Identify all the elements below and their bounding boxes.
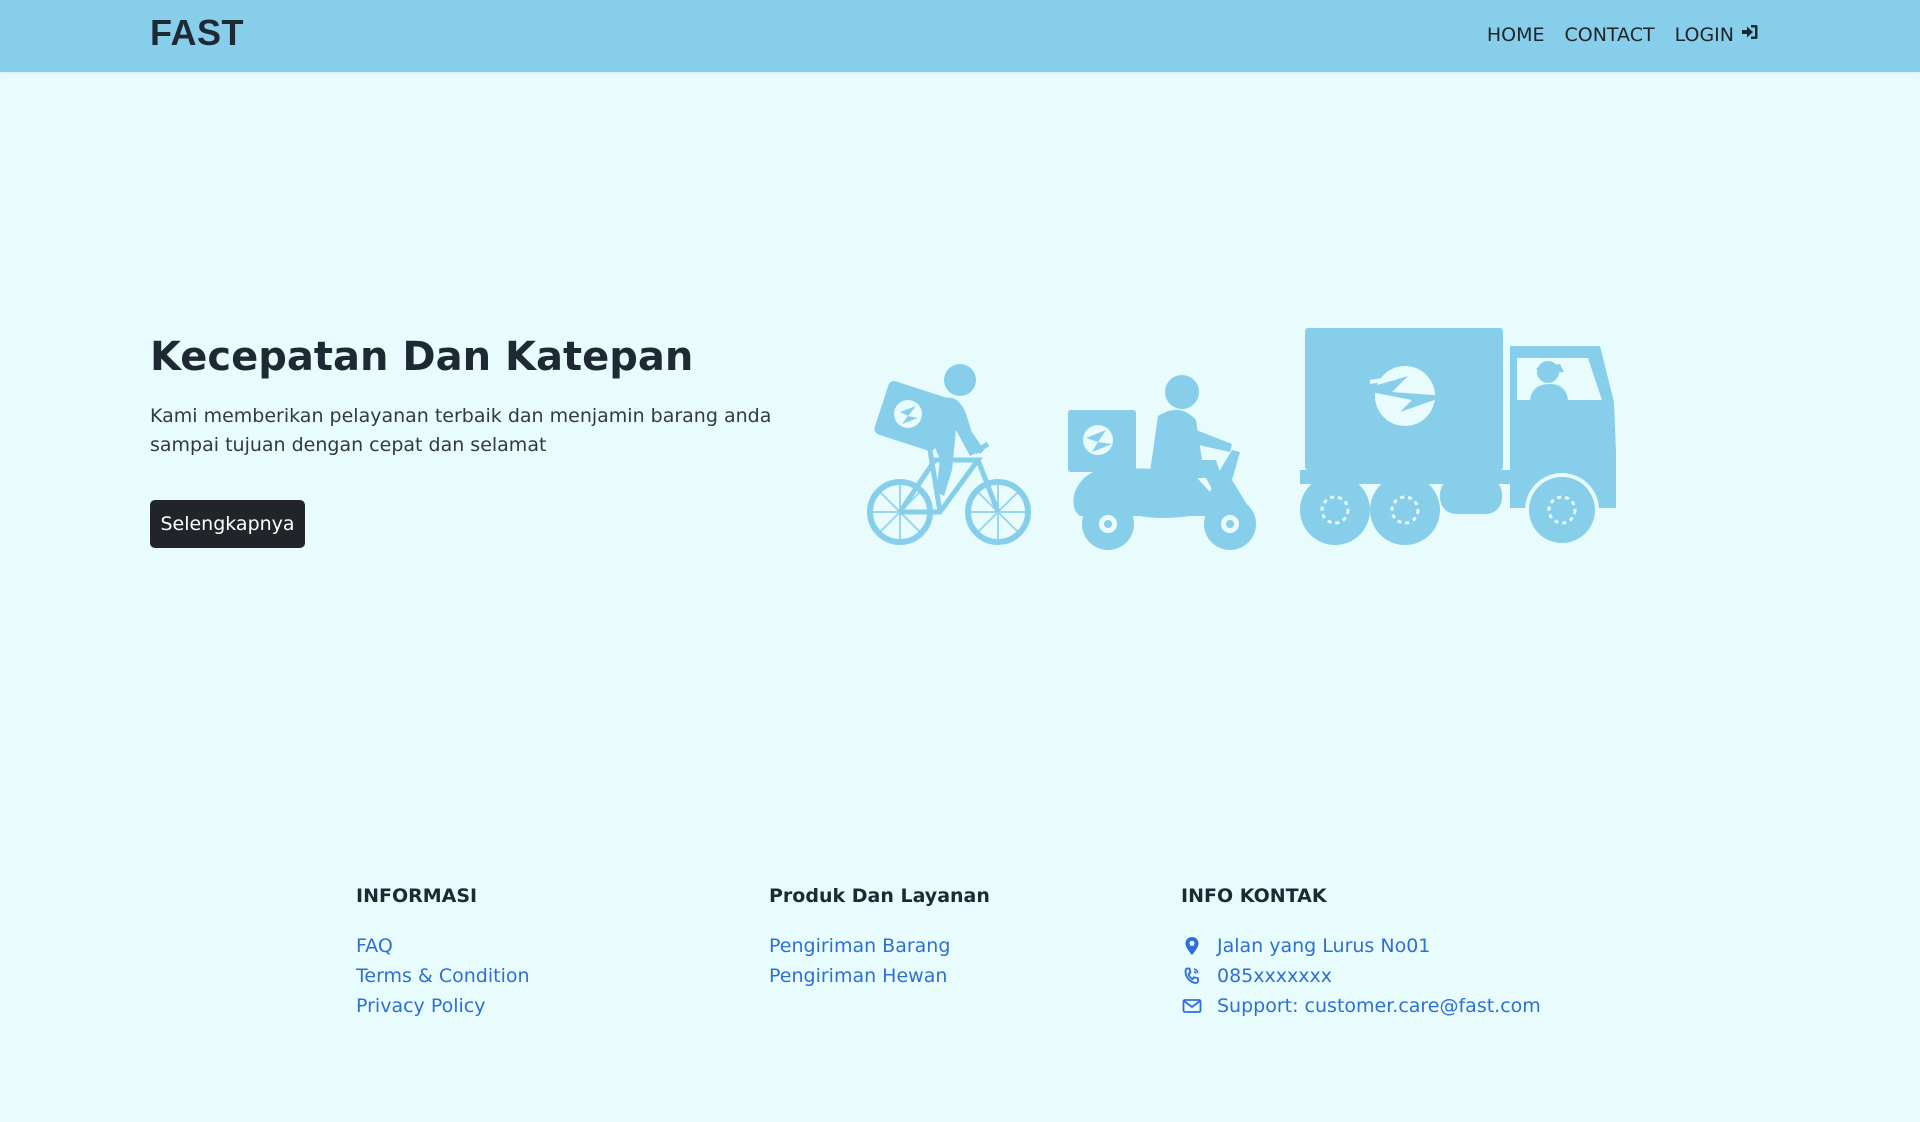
list-item: Terms & Condition [356,961,530,991]
privacy-policy-link[interactable]: Privacy Policy [356,995,485,1017]
phone-icon [1181,965,1203,987]
footer-informasi-list: FAQ Terms & Condition Privacy Policy [356,931,530,1021]
footer-kontak-list: Jalan yang Lurus No01 085xxxxxxx Support… [1181,931,1541,1021]
footer-informasi-heading: INFORMASI [356,885,478,907]
list-item: Privacy Policy [356,991,530,1021]
nav-contact-label: CONTACT [1564,23,1655,46]
nav-contact-link[interactable]: CONTACT [1564,24,1654,46]
terms-link[interactable]: Terms & Condition [356,965,530,987]
delivery-truck-icon [1300,328,1616,547]
faq-link[interactable]: FAQ [356,935,393,957]
footer-kontak-heading: INFO KONTAK [1181,885,1327,907]
delivery-vehicles-illustration [867,328,1616,550]
pengiriman-hewan-link[interactable]: Pengiriman Hewan [769,965,947,987]
address-link[interactable]: Jalan yang Lurus No01 [1217,931,1430,961]
email-link[interactable]: Support: customer.care@fast.com [1217,991,1541,1021]
map-pin-icon [1181,935,1203,957]
navbar: FAST HOME CONTACT LOGIN [0,0,1920,72]
nav-home-link[interactable]: HOME [1487,24,1545,46]
list-item: 085xxxxxxx [1181,961,1541,991]
envelope-icon [1181,995,1203,1017]
login-icon [1740,22,1760,47]
hero-title: Kecepatan Dan Katepan [150,334,694,380]
footer-produk: Produk Dan Layanan Pengiriman Barang Pen… [769,885,990,991]
nav-login-label: LOGIN [1674,23,1734,46]
hero-description: Kami memberikan pelayanan terbaik dan me… [150,405,772,456]
footer-produk-heading: Produk Dan Layanan [769,885,990,907]
nav-home-label: HOME [1486,23,1545,46]
nav-login-link[interactable]: LOGIN [1675,22,1760,47]
list-item: Jalan yang Lurus No01 [1181,931,1541,961]
footer-produk-list: Pengiriman Barang Pengiriman Hewan [769,931,990,991]
list-item: Pengiriman Hewan [769,961,990,991]
footer-informasi: INFORMASI FAQ Terms & Condition Privacy … [356,885,530,1021]
nav-links: HOME CONTACT LOGIN [1487,22,1760,47]
pengiriman-barang-link[interactable]: Pengiriman Barang [769,935,950,957]
phone-link[interactable]: 085xxxxxxx [1217,961,1332,991]
list-item: Support: customer.care@fast.com [1181,991,1541,1021]
bicycle-rider-icon [867,364,1031,545]
selengkapnya-button[interactable]: Selengkapnya [150,500,305,548]
footer-kontak: INFO KONTAK Jalan yang Lurus No01 085xxx… [1181,885,1541,1021]
scooter-rider-icon [1068,375,1256,550]
list-item: Pengiriman Barang [769,931,990,961]
list-item: FAQ [356,931,530,961]
brand-logo[interactable]: FAST [150,12,244,54]
